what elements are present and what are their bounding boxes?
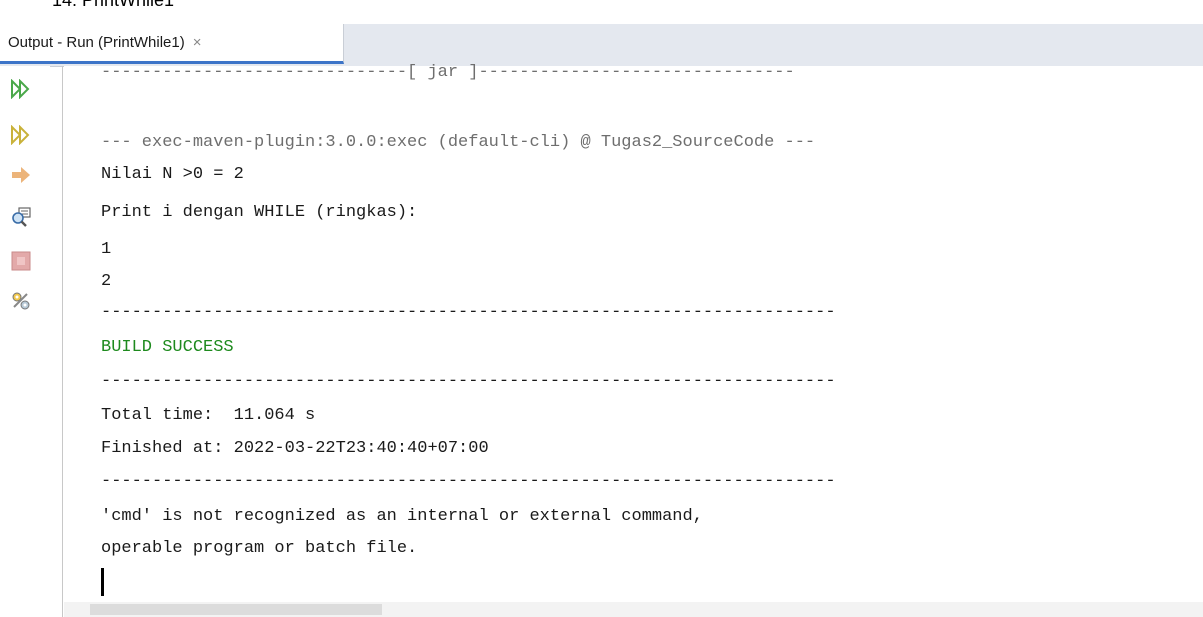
tab-strip: Output - Run (PrintWhile1) × <box>0 24 1203 67</box>
rerun-with-options-icon[interactable] <box>8 122 34 148</box>
output-line: 2 <box>101 272 112 291</box>
output-line: ----------------------------------------… <box>101 303 836 322</box>
output-line: ------------------------------[ jar ]---… <box>101 63 795 82</box>
inspect-icon[interactable] <box>8 204 34 230</box>
text-caret <box>101 568 104 596</box>
output-line: ----------------------------------------… <box>101 472 836 491</box>
output-line: Total time: 11.064 s <box>101 406 316 425</box>
output-line: 'cmd' is not recognized as an internal o… <box>101 507 703 526</box>
output-line: Nilai N >0 = 2 <box>101 165 244 184</box>
toolbar-separator <box>62 66 63 617</box>
output-line: --- exec-maven-plugin:3.0.0:exec (defaul… <box>101 133 816 152</box>
ide-output-window: 14. PrintWhile1 Output - Run (PrintWhile… <box>0 0 1203 617</box>
horizontal-scrollbar[interactable] <box>64 602 1203 617</box>
settings-icon[interactable] <box>8 288 34 314</box>
document-heading: 14. PrintWhile1 <box>52 0 175 10</box>
close-icon[interactable]: × <box>193 34 202 51</box>
output-toolbar <box>0 66 50 617</box>
output-line: 1 <box>101 240 112 259</box>
tab-output-run[interactable]: Output - Run (PrintWhile1) × <box>0 24 344 64</box>
output-line: Finished at: 2022-03-22T23:40:40+07:00 <box>101 439 489 458</box>
output-line: ----------------------------------------… <box>101 372 836 391</box>
output-line: Print i dengan WHILE (ringkas): <box>101 203 418 222</box>
build-status: BUILD SUCCESS <box>101 338 234 357</box>
tab-label: Output - Run (PrintWhile1) <box>8 34 185 51</box>
output-line: operable program or batch file. <box>101 539 418 558</box>
stop-icon[interactable] <box>8 248 34 274</box>
rerun-icon[interactable] <box>8 76 34 102</box>
continue-arrow-icon[interactable] <box>8 162 34 188</box>
scrollbar-thumb[interactable] <box>90 604 382 615</box>
